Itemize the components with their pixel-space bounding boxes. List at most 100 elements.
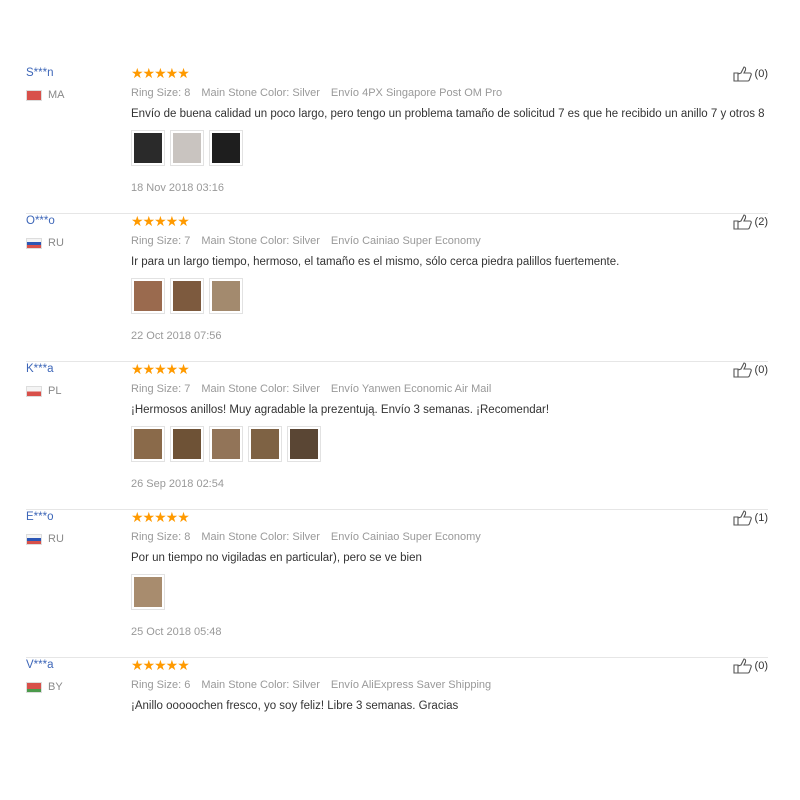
order-attributes: Ring Size: 8 Main Stone Color: Silver En…: [131, 86, 751, 100]
reviewer-name[interactable]: V***a: [26, 658, 126, 672]
helpful-button[interactable]: (0): [732, 362, 768, 378]
star-rating: ★★★★★: [131, 65, 190, 81]
helpful-button[interactable]: (0): [732, 658, 768, 674]
review-date: 22 Oct 2018 07:56: [131, 330, 222, 342]
review-text: ¡Anillo ooooochen fresco, yo soy feliz! …: [131, 700, 459, 712]
shipping-method: Envío Yanwen Economic Air Mail: [330, 383, 492, 395]
review-photos: [131, 574, 751, 610]
review-content: ★★★★★ Ring Size: 8 Main Stone Color: Sil…: [131, 509, 751, 639]
helpful-button[interactable]: (2): [732, 214, 768, 230]
review-item: O***o RU ★★★★★ Ring Size: 7 Main Stone C…: [26, 213, 768, 362]
reviewer-country: RU: [26, 237, 126, 249]
review-photo[interactable]: [248, 426, 282, 462]
reviewer-country: PL: [26, 385, 126, 397]
thumbs-up-icon: [732, 362, 752, 378]
country-code: RU: [48, 533, 64, 545]
thumbs-up-icon: [732, 214, 752, 230]
review-item: K***a PL ★★★★★ Ring Size: 7 Main Stone C…: [26, 361, 768, 510]
review-photo[interactable]: [131, 278, 165, 314]
shipping-method: Envío Cainiao Super Economy: [330, 531, 481, 543]
star-rating: ★★★★★: [131, 509, 190, 525]
ring-size: Ring Size: 8: [131, 531, 191, 543]
review-photo[interactable]: [170, 278, 204, 314]
shipping-method: Envío 4PX Singapore Post OM Pro: [330, 87, 503, 99]
reviewer-info: S***n MA: [26, 66, 126, 101]
flag-icon: [26, 89, 42, 101]
country-code: RU: [48, 237, 64, 249]
reviewer-info: O***o RU: [26, 214, 126, 249]
flag-icon: [26, 533, 42, 545]
stone-color: Main Stone Color: Silver: [201, 235, 320, 247]
review-text: ¡Hermosos anillos! Muy agradable la prez…: [131, 404, 550, 416]
country-code: MA: [48, 89, 65, 101]
review-date: 26 Sep 2018 02:54: [131, 478, 224, 490]
ring-size: Ring Size: 7: [131, 235, 191, 247]
stone-color: Main Stone Color: Silver: [201, 383, 320, 395]
country-code: BY: [48, 681, 63, 693]
review-photos: [131, 426, 751, 462]
review-item: S***n MA ★★★★★ Ring Size: 8 Main Stone C…: [26, 65, 768, 214]
ring-size: Ring Size: 7: [131, 383, 191, 395]
helpful-count: (0): [754, 364, 768, 376]
thumbs-up-icon: [732, 66, 752, 82]
star-rating: ★★★★★: [131, 213, 190, 229]
helpful-button[interactable]: (0): [732, 66, 768, 82]
order-attributes: Ring Size: 8 Main Stone Color: Silver En…: [131, 530, 751, 544]
review-photo[interactable]: [131, 130, 165, 166]
review-item: E***o RU ★★★★★ Ring Size: 8 Main Stone C…: [26, 509, 768, 658]
ring-size: Ring Size: 8: [131, 87, 191, 99]
helpful-count: (0): [754, 68, 768, 80]
reviewer-country: RU: [26, 533, 126, 545]
shipping-method: Envío AliExpress Saver Shipping: [330, 679, 492, 691]
helpful-count: (2): [754, 216, 768, 228]
review-text: Por un tiempo no vigiladas en particular…: [131, 552, 422, 564]
thumbs-up-icon: [732, 658, 752, 674]
review-photo[interactable]: [287, 426, 321, 462]
thumbs-up-icon: [732, 510, 752, 526]
review-date: 18 Nov 2018 03:16: [131, 182, 224, 194]
flag-icon: [26, 385, 42, 397]
reviewer-country: MA: [26, 89, 126, 101]
stone-color: Main Stone Color: Silver: [201, 87, 320, 99]
country-code: PL: [48, 385, 62, 397]
review-date: 25 Oct 2018 05:48: [131, 626, 222, 638]
review-photo[interactable]: [170, 130, 204, 166]
review-photo[interactable]: [170, 426, 204, 462]
flag-icon: [26, 237, 42, 249]
star-rating: ★★★★★: [131, 361, 190, 377]
review-photo[interactable]: [131, 574, 165, 610]
review-photos: [131, 130, 751, 166]
ring-size: Ring Size: 6: [131, 679, 191, 691]
review-photo[interactable]: [131, 426, 165, 462]
reviewer-name[interactable]: S***n: [26, 66, 126, 80]
reviewer-info: K***a PL: [26, 362, 126, 397]
stone-color: Main Stone Color: Silver: [201, 679, 320, 691]
review-photo[interactable]: [209, 426, 243, 462]
review-content: ★★★★★ Ring Size: 6 Main Stone Color: Sil…: [131, 657, 751, 713]
review-photo[interactable]: [209, 278, 243, 314]
reviewer-info: V***a BY: [26, 658, 126, 693]
reviewer-info: E***o RU: [26, 510, 126, 545]
review-text: Envío de buena calidad un poco largo, pe…: [131, 108, 765, 120]
reviewer-name[interactable]: K***a: [26, 362, 126, 376]
review-content: ★★★★★ Ring Size: 7 Main Stone Color: Sil…: [131, 213, 751, 343]
helpful-count: (1): [754, 512, 768, 524]
helpful-button[interactable]: (1): [732, 510, 768, 526]
stone-color: Main Stone Color: Silver: [201, 531, 320, 543]
reviewer-country: BY: [26, 681, 126, 693]
reviewer-name[interactable]: E***o: [26, 510, 126, 524]
flag-icon: [26, 681, 42, 693]
order-attributes: Ring Size: 6 Main Stone Color: Silver En…: [131, 678, 751, 692]
order-attributes: Ring Size: 7 Main Stone Color: Silver En…: [131, 382, 751, 396]
review-photo[interactable]: [209, 130, 243, 166]
review-item: V***a BY ★★★★★ Ring Size: 6 Main Stone C…: [26, 657, 768, 800]
helpful-count: (0): [754, 660, 768, 672]
review-content: ★★★★★ Ring Size: 7 Main Stone Color: Sil…: [131, 361, 751, 491]
review-photos: [131, 278, 751, 314]
review-text: Ir para un largo tiempo, hermoso, el tam…: [131, 256, 620, 268]
star-rating: ★★★★★: [131, 657, 190, 673]
shipping-method: Envío Cainiao Super Economy: [330, 235, 481, 247]
order-attributes: Ring Size: 7 Main Stone Color: Silver En…: [131, 234, 751, 248]
review-content: ★★★★★ Ring Size: 8 Main Stone Color: Sil…: [131, 65, 765, 195]
reviewer-name[interactable]: O***o: [26, 214, 126, 228]
